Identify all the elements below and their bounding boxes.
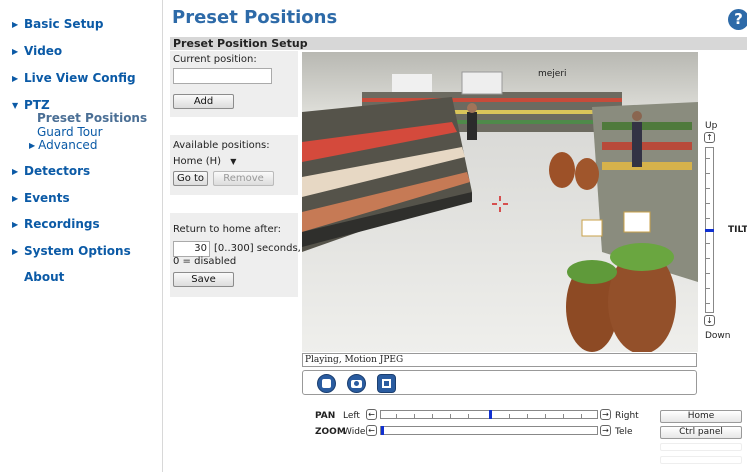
pan-left-arrow-icon[interactable]: ← xyxy=(366,409,377,420)
video-stream[interactable]: mejeri xyxy=(302,52,698,352)
dropdown-arrow-icon: ▼ xyxy=(230,157,237,166)
help-icon[interactable]: ? xyxy=(728,9,747,30)
nav-ptz[interactable]: ▼ PTZ xyxy=(12,98,50,112)
zoom-wide-label: Wide xyxy=(343,427,366,437)
nav-preset-positions[interactable]: Preset Positions xyxy=(37,111,147,125)
chevron-down-icon: ▼ xyxy=(12,101,19,110)
store-scene-image xyxy=(302,52,698,352)
current-position-label: Current position: xyxy=(173,54,257,65)
nav-video[interactable]: ▶ Video xyxy=(12,44,62,58)
nav-system-options[interactable]: ▶ System Options xyxy=(12,244,131,258)
selected-position: Home (H) xyxy=(173,156,222,167)
nav-label: PTZ xyxy=(24,98,50,112)
pan-right-arrow-icon[interactable]: → xyxy=(600,409,611,420)
nav-about[interactable]: About xyxy=(24,270,64,284)
nav-label: Events xyxy=(24,191,70,205)
empty-button-slot xyxy=(660,456,742,464)
nav-label: Video xyxy=(24,44,63,58)
save-button[interactable]: Save xyxy=(173,272,234,287)
section-header: Preset Position Setup xyxy=(170,37,747,50)
zoom-tele-label: Tele xyxy=(615,427,633,437)
available-positions-select[interactable]: Home (H) ▼ xyxy=(173,155,243,169)
zoom-wide-arrow-icon[interactable]: ← xyxy=(366,425,377,436)
zoom-handle[interactable] xyxy=(381,426,384,435)
return-home-note: 0 = disabled xyxy=(173,256,237,267)
stop-icon xyxy=(322,379,331,388)
tilt-down-arrow-icon[interactable]: ↓ xyxy=(704,315,715,326)
tilt-down-label: Down xyxy=(705,331,731,341)
tilt-title: TILT xyxy=(728,225,747,235)
chevron-right-icon: ▶ xyxy=(12,74,19,83)
chevron-right-icon: ▶ xyxy=(12,247,19,256)
nav-label: Live View Config xyxy=(24,71,136,85)
snapshot-button[interactable] xyxy=(347,374,366,393)
chevron-right-icon: ▶ xyxy=(12,47,19,56)
tilt-handle[interactable] xyxy=(705,229,714,232)
nav-recordings[interactable]: ▶ Recordings xyxy=(12,217,100,231)
nav-events[interactable]: ▶ Events xyxy=(12,191,70,205)
add-button[interactable]: Add xyxy=(173,94,234,109)
nav-label: System Options xyxy=(24,244,131,258)
fullscreen-icon xyxy=(382,379,391,388)
pan-title: PAN xyxy=(315,411,336,421)
empty-button-slot xyxy=(660,443,742,451)
nav-label: Basic Setup xyxy=(24,17,104,31)
sidebar: ▶ Basic Setup ▶ Video ▶ Live View Config ▼ P… xyxy=(0,0,163,472)
chevron-right-icon: ▶ xyxy=(12,194,19,203)
available-positions-label: Available positions: xyxy=(173,140,270,151)
goto-button[interactable]: Go to xyxy=(173,171,208,186)
stop-button[interactable] xyxy=(317,374,336,393)
pan-right-label: Right xyxy=(615,411,639,421)
nav-label: Recordings xyxy=(24,217,100,231)
camera-lens xyxy=(354,381,359,386)
return-home-panel: Return to home after: 30 [0..300] second… xyxy=(170,213,301,297)
video-controls xyxy=(302,370,697,395)
remove-button[interactable]: Remove xyxy=(213,171,274,186)
nav-label: Advanced xyxy=(38,138,98,152)
nav-advanced[interactable]: ▶ Advanced xyxy=(29,138,97,152)
chevron-right-icon: ▶ xyxy=(29,141,36,150)
nav-label: About xyxy=(24,270,65,284)
fullscreen-button[interactable] xyxy=(377,374,396,393)
current-position-input[interactable] xyxy=(173,68,272,84)
nav-live-view-config[interactable]: ▶ Live View Config xyxy=(12,71,136,85)
return-home-range: [0..300] seconds, xyxy=(214,243,301,254)
chevron-right-icon: ▶ xyxy=(12,220,19,229)
nav-guard-tour[interactable]: Guard Tour xyxy=(37,125,103,139)
chevron-right-icon: ▶ xyxy=(12,20,19,29)
nav-detectors[interactable]: ▶ Detectors xyxy=(12,164,90,178)
nav-basic-setup[interactable]: ▶ Basic Setup xyxy=(12,17,103,31)
nav-label: Detectors xyxy=(24,164,91,178)
home-button[interactable]: Home xyxy=(660,410,742,423)
return-home-input[interactable]: 30 xyxy=(173,241,210,257)
page-title: Preset Positions xyxy=(172,7,338,28)
pan-slider[interactable] xyxy=(380,410,598,419)
tilt-up-label: Up xyxy=(705,121,718,131)
tilt-slider[interactable] xyxy=(705,147,714,313)
return-home-label: Return to home after: xyxy=(173,224,281,235)
pan-handle[interactable] xyxy=(488,410,492,419)
chevron-right-icon: ▶ xyxy=(12,167,19,176)
zoom-slider[interactable] xyxy=(380,426,598,435)
available-positions-panel: Available positions: Home (H) ▼ Go to Re… xyxy=(170,135,298,195)
ctrl-panel-button[interactable]: Ctrl panel xyxy=(660,426,742,439)
zoom-title: ZOOM xyxy=(315,427,346,437)
zoom-tele-arrow-icon[interactable]: → xyxy=(600,425,611,436)
current-position-panel: Current position: Add xyxy=(170,51,298,117)
tilt-up-arrow-icon[interactable]: ↑ xyxy=(704,132,715,143)
pan-left-label: Left xyxy=(343,411,360,421)
video-status: Playing, Motion JPEG xyxy=(302,353,697,367)
store-sign: mejeri xyxy=(538,69,567,79)
